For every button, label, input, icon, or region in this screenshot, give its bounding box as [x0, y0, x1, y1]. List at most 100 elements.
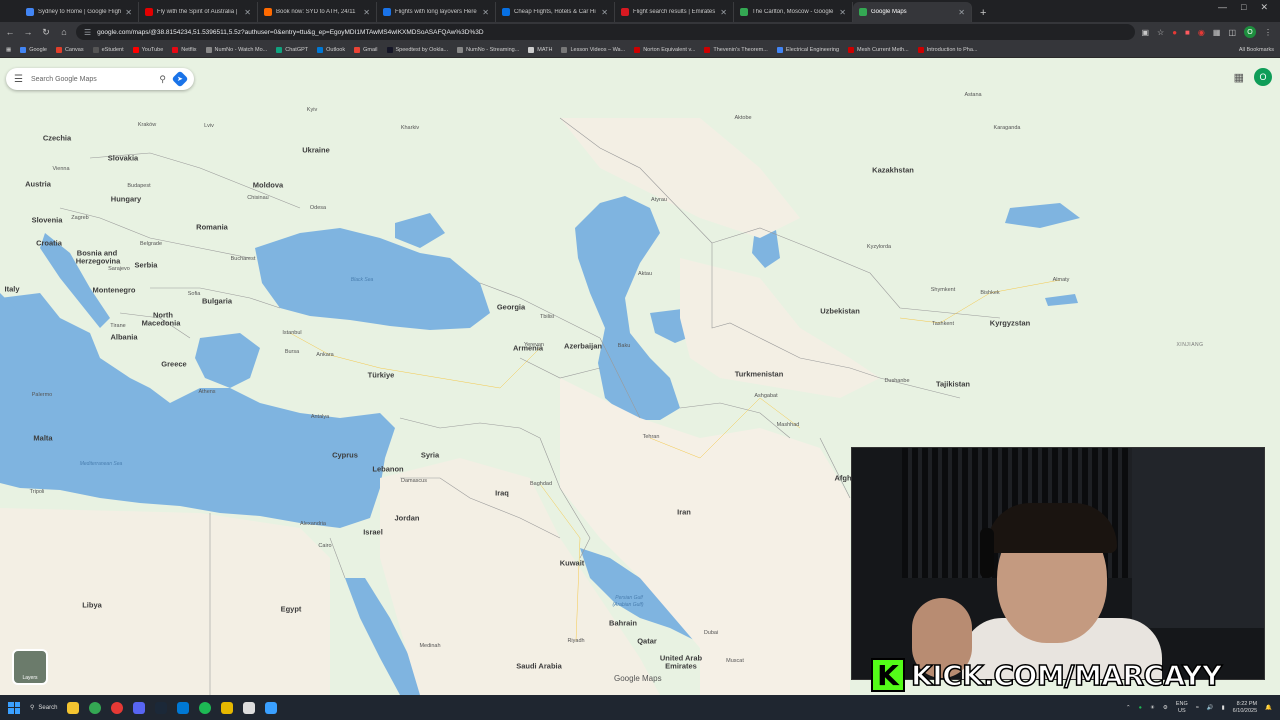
country-label[interactable]: Macedonia	[142, 319, 181, 328]
country-label[interactable]: Syria	[421, 451, 439, 460]
country-label[interactable]: Malta	[33, 434, 52, 443]
app-icon[interactable]	[265, 701, 278, 714]
browser-tab[interactable]: Sydney to Rome | Google Fligh ✕	[20, 2, 139, 22]
country-label[interactable]: Turkmenistan	[735, 370, 784, 379]
country-label[interactable]: Greece	[161, 360, 186, 369]
bookmark-item[interactable]: Google	[20, 46, 47, 53]
file-explorer-icon[interactable]	[67, 701, 80, 714]
bookmark-item[interactable]: Netflix	[172, 46, 197, 53]
country-label[interactable]: Iraq	[495, 489, 509, 498]
start-button[interactable]	[8, 701, 20, 714]
city-label[interactable]: Ankara	[316, 352, 333, 358]
city-label[interactable]: Lviv	[204, 123, 214, 129]
close-tab-icon[interactable]: ✕	[839, 8, 846, 17]
close-tab-icon[interactable]: ✕	[720, 8, 727, 17]
steam-icon[interactable]	[155, 701, 168, 714]
account-avatar[interactable]: O	[1254, 68, 1272, 86]
city-label[interactable]: Aktobe	[734, 115, 751, 121]
city-label[interactable]: Damascus	[401, 478, 427, 484]
water-label[interactable]: (Arabian Gulf)	[612, 602, 643, 608]
country-label[interactable]: Tajikistan	[936, 380, 970, 389]
city-label[interactable]: Athens	[198, 389, 215, 395]
city-label[interactable]: Bursa	[285, 349, 299, 355]
more-menu-icon[interactable]: ⋮	[1264, 28, 1272, 37]
city-label[interactable]: Belgrade	[140, 241, 162, 247]
city-label[interactable]: Bucharest	[231, 256, 256, 262]
taskbar-search[interactable]: ⚲ Search	[30, 704, 57, 712]
city-label[interactable]: Karaganda	[994, 125, 1021, 131]
bookmark-item[interactable]: NumNo - Streaming...	[457, 46, 519, 53]
tray-app-icon[interactable]: ☀	[1150, 705, 1155, 711]
country-label[interactable]: Romania	[196, 223, 228, 232]
region-label[interactable]: XINJIANG	[1176, 342, 1203, 348]
country-label[interactable]: Czechia	[43, 134, 71, 143]
country-label[interactable]: Georgia	[497, 303, 525, 312]
bookmark-item[interactable]: Speedtest by Ookla...	[386, 46, 448, 53]
water-label[interactable]: Mediterranean Sea	[80, 461, 123, 467]
document-icon[interactable]	[243, 701, 256, 714]
country-label[interactable]: Hungary	[111, 195, 141, 204]
layers-button[interactable]: Layers	[12, 649, 48, 685]
bookmark-item[interactable]: Outlook	[317, 46, 345, 53]
city-label[interactable]: Shymkent	[931, 287, 955, 293]
city-label[interactable]: Istanbul	[282, 330, 301, 336]
city-label[interactable]: Vienna	[52, 166, 69, 172]
bookmark-item[interactable]: NumNo - Watch Mo...	[205, 46, 267, 53]
country-label[interactable]: Qatar	[637, 637, 657, 646]
bookmark-item[interactable]: Lesson Videos – Wa...	[561, 46, 625, 53]
bookmark-item[interactable]: eStudent	[92, 46, 124, 53]
country-label[interactable]: Türkiye	[368, 371, 395, 380]
bookmark-item[interactable]: YouTube	[132, 46, 163, 53]
city-label[interactable]: Odesa	[310, 205, 326, 211]
city-label[interactable]: Medinah	[419, 643, 440, 649]
country-label[interactable]: Libya	[82, 601, 102, 610]
bookmark-item[interactable]: Introduction to Pha...	[917, 46, 977, 53]
country-label[interactable]: Moldova	[253, 181, 283, 190]
city-label[interactable]: Baku	[618, 343, 631, 349]
city-label[interactable]: Bishkek	[980, 290, 999, 296]
new-tab-button[interactable]: +	[972, 7, 994, 22]
browser-tab[interactable]: Google Maps ✕	[853, 2, 972, 22]
close-tab-icon[interactable]: ✕	[125, 8, 132, 17]
extension-icon[interactable]: ●	[1172, 28, 1177, 37]
country-label[interactable]: Cyprus	[332, 451, 358, 460]
city-label[interactable]: Palermo	[32, 392, 52, 398]
country-label[interactable]: Ukraine	[302, 146, 330, 155]
install-app-icon[interactable]: ▣	[1141, 28, 1149, 37]
country-label[interactable]: Bahrain	[609, 619, 637, 628]
home-icon[interactable]: ⌂	[58, 27, 70, 37]
city-label[interactable]: Zagreb	[71, 215, 88, 221]
extensions-puzzle-icon[interactable]: ▦	[1213, 28, 1221, 37]
country-label[interactable]: Kyrgyzstan	[990, 319, 1030, 328]
city-label[interactable]: Kraków	[138, 122, 156, 128]
notifications-icon[interactable]: 🔔	[1265, 705, 1272, 711]
city-label[interactable]: Mashhad	[777, 422, 800, 428]
water-label[interactable]: Black Sea	[351, 277, 374, 283]
city-label[interactable]: Tashkent	[932, 321, 954, 327]
search-icon[interactable]: ⚲	[159, 74, 166, 85]
outlook-icon[interactable]	[177, 701, 190, 714]
country-label[interactable]: Serbia	[135, 261, 158, 270]
browser-tab[interactable]: Book now: SYD to ATH, 24/11 ✕	[258, 2, 377, 22]
profile-avatar[interactable]: O	[1244, 26, 1256, 38]
apps-grid-icon[interactable]: ▦	[6, 47, 11, 53]
country-label[interactable]: Slovenia	[32, 216, 63, 225]
tray-app-icon[interactable]: ●	[1139, 705, 1142, 711]
search-input[interactable]: Search Google Maps	[31, 76, 151, 83]
tray-chevron-icon[interactable]: ⌃	[1126, 705, 1131, 711]
city-label[interactable]: Yerevan	[524, 342, 544, 348]
city-label[interactable]: Tbilisi	[540, 314, 554, 320]
chrome-icon[interactable]	[89, 701, 102, 714]
extension-icon[interactable]: ■	[1185, 28, 1190, 37]
city-label[interactable]: Aktau	[638, 271, 652, 277]
bookmark-item[interactable]: ChatGPT	[276, 46, 308, 53]
city-label[interactable]: Baghdad	[530, 481, 552, 487]
language-indicator[interactable]: ENG US	[1176, 701, 1188, 715]
country-label[interactable]: Croatia	[36, 239, 62, 248]
close-tab-icon[interactable]: ✕	[244, 8, 251, 17]
city-label[interactable]: Chisinau	[247, 195, 268, 201]
city-label[interactable]: Astana	[964, 92, 981, 98]
bookmark-star-icon[interactable]: ☆	[1157, 28, 1164, 37]
tray-app-icon[interactable]: ⚙	[1163, 705, 1168, 711]
city-label[interactable]: Kyzylorda	[867, 244, 891, 250]
